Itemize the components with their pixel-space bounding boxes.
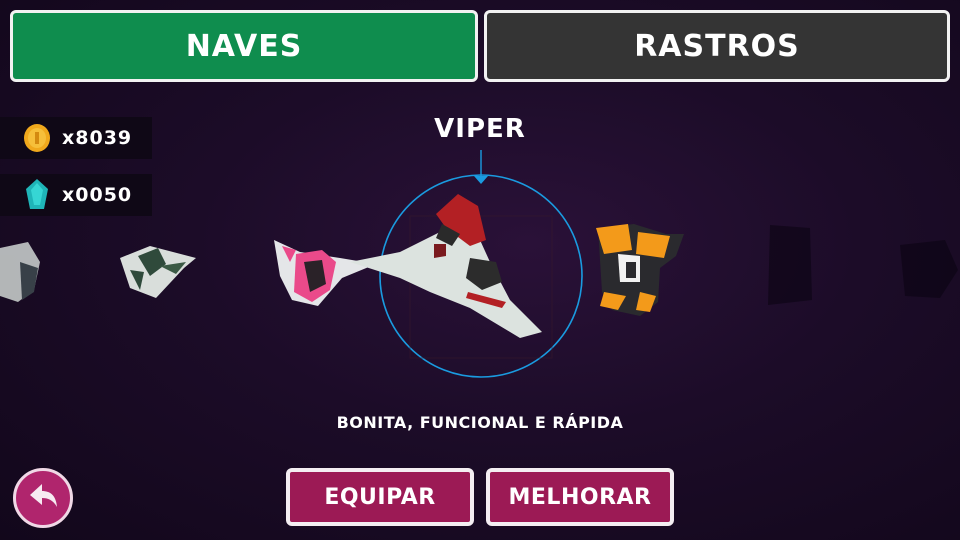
ship-orange[interactable] <box>596 224 684 316</box>
gem-counter: x0050 <box>0 174 152 216</box>
ship-description: BONITA, FUNCIONAL E RÁPIDA <box>336 413 624 432</box>
tab-naves[interactable]: NAVES <box>10 10 478 82</box>
ship-green[interactable] <box>120 246 196 298</box>
back-arrow-icon <box>26 481 60 515</box>
ship-name: VIPER <box>434 114 526 144</box>
equip-button[interactable]: EQUIPAR <box>286 468 474 526</box>
back-button[interactable] <box>13 468 73 528</box>
tab-rastros[interactable]: RASTROS <box>484 10 950 82</box>
upgrade-button[interactable]: MELHORAR <box>486 468 674 526</box>
gem-icon <box>22 179 52 210</box>
ship-far-left[interactable] <box>0 242 40 302</box>
ship-pink[interactable] <box>274 240 376 306</box>
gem-amount: x0050 <box>62 184 133 206</box>
coin-counter: x8039 <box>0 117 152 159</box>
ship-silhouette-far-right[interactable] <box>768 225 958 305</box>
coin-icon <box>22 123 52 153</box>
coin-amount: x8039 <box>62 127 133 149</box>
